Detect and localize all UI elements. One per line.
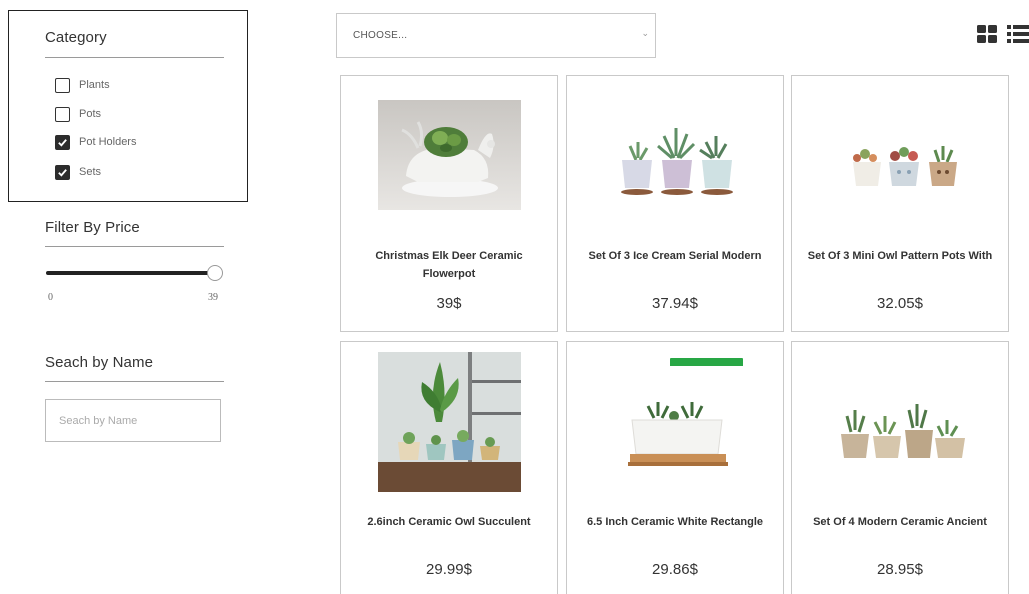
- category-option-pot-holders[interactable]: Pot Holders: [55, 132, 136, 152]
- checkbox-checked-icon[interactable]: [55, 134, 70, 150]
- category-filter-box: [8, 10, 248, 202]
- list-view-icon[interactable]: [1007, 25, 1029, 43]
- product-name[interactable]: Christmas Elk Deer Ceramic Flowerpot: [351, 247, 547, 283]
- category-title: Category: [45, 29, 107, 46]
- checkbox-unchecked-icon[interactable]: [55, 106, 70, 122]
- product-price: 28.95$: [877, 561, 923, 578]
- product-price: 37.94$: [652, 295, 698, 312]
- product-card[interactable]: Set Of 3 Ice Cream Serial Modern 37.94$: [566, 75, 784, 332]
- category-option-label: Pots: [79, 108, 102, 120]
- product-card[interactable]: Set Of 4 Modern Ceramic Ancient 28.95$: [791, 341, 1009, 594]
- product-image[interactable]: [829, 366, 972, 476]
- price-slider-track[interactable]: [46, 271, 216, 275]
- product-card[interactable]: Christmas Elk Deer Ceramic Flowerpot 39$: [340, 75, 558, 332]
- product-name[interactable]: Set Of 3 Mini Owl Pattern Pots With: [802, 247, 998, 265]
- search-name-divider: [45, 381, 224, 382]
- price-divider: [45, 246, 224, 247]
- grid-view-icon[interactable]: [977, 25, 997, 43]
- price-min-label: 0: [48, 292, 53, 303]
- category-divider: [45, 57, 224, 58]
- product-image[interactable]: [829, 100, 972, 210]
- product-price: 29.86$: [652, 561, 698, 578]
- category-option-label: Pot Holders: [79, 136, 137, 148]
- product-name[interactable]: Set Of 3 Ice Cream Serial Modern: [577, 247, 773, 265]
- product-name[interactable]: 6.5 Inch Ceramic White Rectangle: [577, 513, 773, 531]
- price-slider-handle[interactable]: [207, 265, 223, 281]
- product-name[interactable]: Set Of 4 Modern Ceramic Ancient: [802, 513, 998, 531]
- category-option-label: Sets: [79, 166, 102, 178]
- price-max-label: 39: [208, 292, 218, 303]
- product-image[interactable]: [604, 366, 747, 476]
- product-price: 29.99$: [426, 561, 472, 578]
- category-option-pots[interactable]: Pots: [55, 104, 101, 124]
- product-name[interactable]: 2.6inch Ceramic Owl Succulent: [351, 513, 547, 531]
- product-card[interactable]: 2.6inch Ceramic Owl Succulent 29.99$: [340, 341, 558, 594]
- category-option-sets[interactable]: Sets: [55, 162, 101, 182]
- chevron-down-icon: ⌄: [641, 28, 649, 38]
- product-card[interactable]: Set Of 3 Mini Owl Pattern Pots With 32.0…: [791, 75, 1009, 332]
- product-price: 32.05$: [877, 295, 923, 312]
- sort-select-value: CHOOSE...: [353, 30, 408, 41]
- category-option-plants[interactable]: Plants: [55, 75, 110, 95]
- checkbox-unchecked-icon[interactable]: [55, 77, 70, 93]
- product-image[interactable]: [604, 100, 747, 210]
- checkbox-checked-icon[interactable]: [55, 164, 70, 180]
- sort-select[interactable]: CHOOSE... ⌄: [336, 13, 656, 58]
- price-filter-title: Filter By Price: [45, 219, 140, 236]
- product-image[interactable]: [378, 100, 521, 210]
- category-option-label: Plants: [79, 79, 110, 91]
- search-name-input[interactable]: [45, 399, 221, 442]
- product-card[interactable]: 6.5 Inch Ceramic White Rectangle 29.86$: [566, 341, 784, 594]
- product-price: 39$: [436, 295, 462, 312]
- product-image[interactable]: [378, 352, 521, 492]
- search-name-title: Seach by Name: [45, 354, 154, 371]
